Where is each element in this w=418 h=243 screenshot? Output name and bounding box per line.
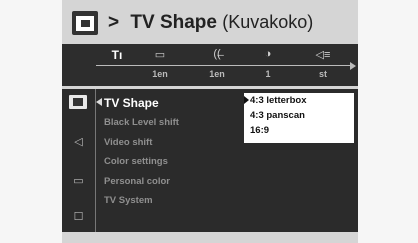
subtitle-icon[interactable]: ▭ <box>145 48 175 61</box>
option-16-9[interactable]: 16:9 <box>244 123 354 138</box>
settings-menu: TV Shape Black Level shift Video shift C… <box>104 93 179 211</box>
option-4-3-letterbox[interactable]: 4:3 letterbox <box>244 93 354 108</box>
category-sidebar: ◁ ▭ ☐ <box>62 89 96 232</box>
audio-value: 1en <box>209 69 225 79</box>
menu-item-black-level-shift[interactable]: Black Level shift <box>104 113 179 133</box>
toolbar-arrow-icon <box>350 62 356 70</box>
menu-item-tv-shape[interactable]: TV Shape <box>104 93 179 113</box>
speaker-icon[interactable]: ◁ <box>62 135 95 148</box>
angle-value: 1 <box>265 69 271 79</box>
page-header: > TV Shape (Kuvakoko) <box>72 8 313 38</box>
title-text: TV Shape <box>130 12 217 33</box>
tv-screen-icon <box>72 11 98 35</box>
title-subtitle: (Kuvakoko) <box>222 12 314 32</box>
page-title: > TV Shape (Kuvakoko) <box>108 12 313 34</box>
volume-value: st <box>318 69 327 79</box>
angle-icon[interactable]: ◑ <box>253 48 283 60</box>
settings-icon[interactable]: Tı <box>102 48 132 62</box>
menu-item-color-settings[interactable]: Color settings <box>104 152 179 172</box>
chat-icon[interactable]: ▭ <box>62 174 95 187</box>
selected-arrow-icon <box>244 96 249 104</box>
title-arrow: > <box>108 12 120 33</box>
menu-item-personal-color[interactable]: Personal color <box>104 172 179 192</box>
tv-shape-options: 4:3 letterbox 4:3 panscan 16:9 <box>244 93 354 143</box>
subtitle-value: 1en <box>152 69 168 79</box>
menu-item-tv-system[interactable]: TV System <box>104 191 179 211</box>
audio-icon[interactable]: ((̶ <box>202 48 232 60</box>
toolbar-divider <box>96 65 352 66</box>
menu-item-video-shift[interactable]: Video shift <box>104 133 179 153</box>
option-4-3-panscan[interactable]: 4:3 panscan <box>244 108 354 123</box>
menu-cursor-icon <box>96 98 102 106</box>
tv-screen-icon[interactable] <box>69 95 87 109</box>
menu-area: ◁ ▭ ☐ TV Shape Black Level shift Video s… <box>62 89 358 232</box>
top-toolbar: Tı ▭ ((̶ ◑ ◁≡ 1en 1en 1 st <box>62 44 358 86</box>
volume-icon[interactable]: ◁≡ <box>308 48 338 61</box>
briefcase-icon[interactable]: ☐ <box>62 210 95 223</box>
